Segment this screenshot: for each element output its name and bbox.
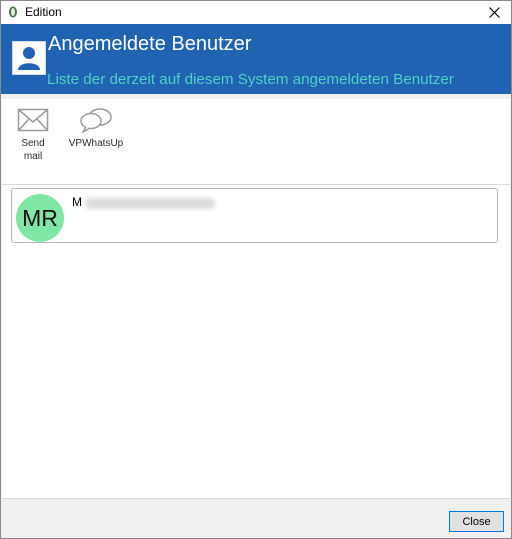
avatar: MR — [16, 194, 64, 242]
toolbar: Send mail VPWhatsUp — [2, 99, 510, 185]
title-bar[interactable]: Edition — [1, 1, 511, 24]
app-icon — [9, 6, 17, 18]
page-title: Angemeldete Benutzer — [48, 33, 252, 55]
header-banner: Angemeldete Benutzer Liste der derzeit a… — [1, 24, 511, 94]
close-icon — [488, 7, 500, 18]
close-button[interactable]: Close — [449, 511, 504, 532]
chat-bubbles-icon — [80, 108, 112, 133]
user-icon — [12, 41, 46, 75]
envelope-icon — [17, 108, 49, 132]
close-window-button[interactable] — [477, 1, 511, 24]
page-subtitle: Liste der derzeit auf diesem System ange… — [47, 71, 454, 88]
list-item[interactable]: MR M — [11, 188, 498, 243]
user-list: MR M — [2, 185, 510, 499]
vpwhatsup-label: VPWhatsUp — [68, 138, 124, 149]
redacted-name-blur — [85, 198, 215, 209]
avatar-initials: MR — [22, 204, 58, 231]
user-name: M — [72, 195, 82, 209]
window-title: Edition — [25, 5, 62, 19]
dialog-window: Edition Angemeldete Benutzer Liste der d… — [0, 0, 512, 539]
send-mail-button[interactable]: Send mail — [14, 107, 52, 163]
vpwhatsup-button[interactable]: VPWhatsUp — [64, 107, 128, 150]
send-mail-label: Send mail — [21, 138, 45, 162]
